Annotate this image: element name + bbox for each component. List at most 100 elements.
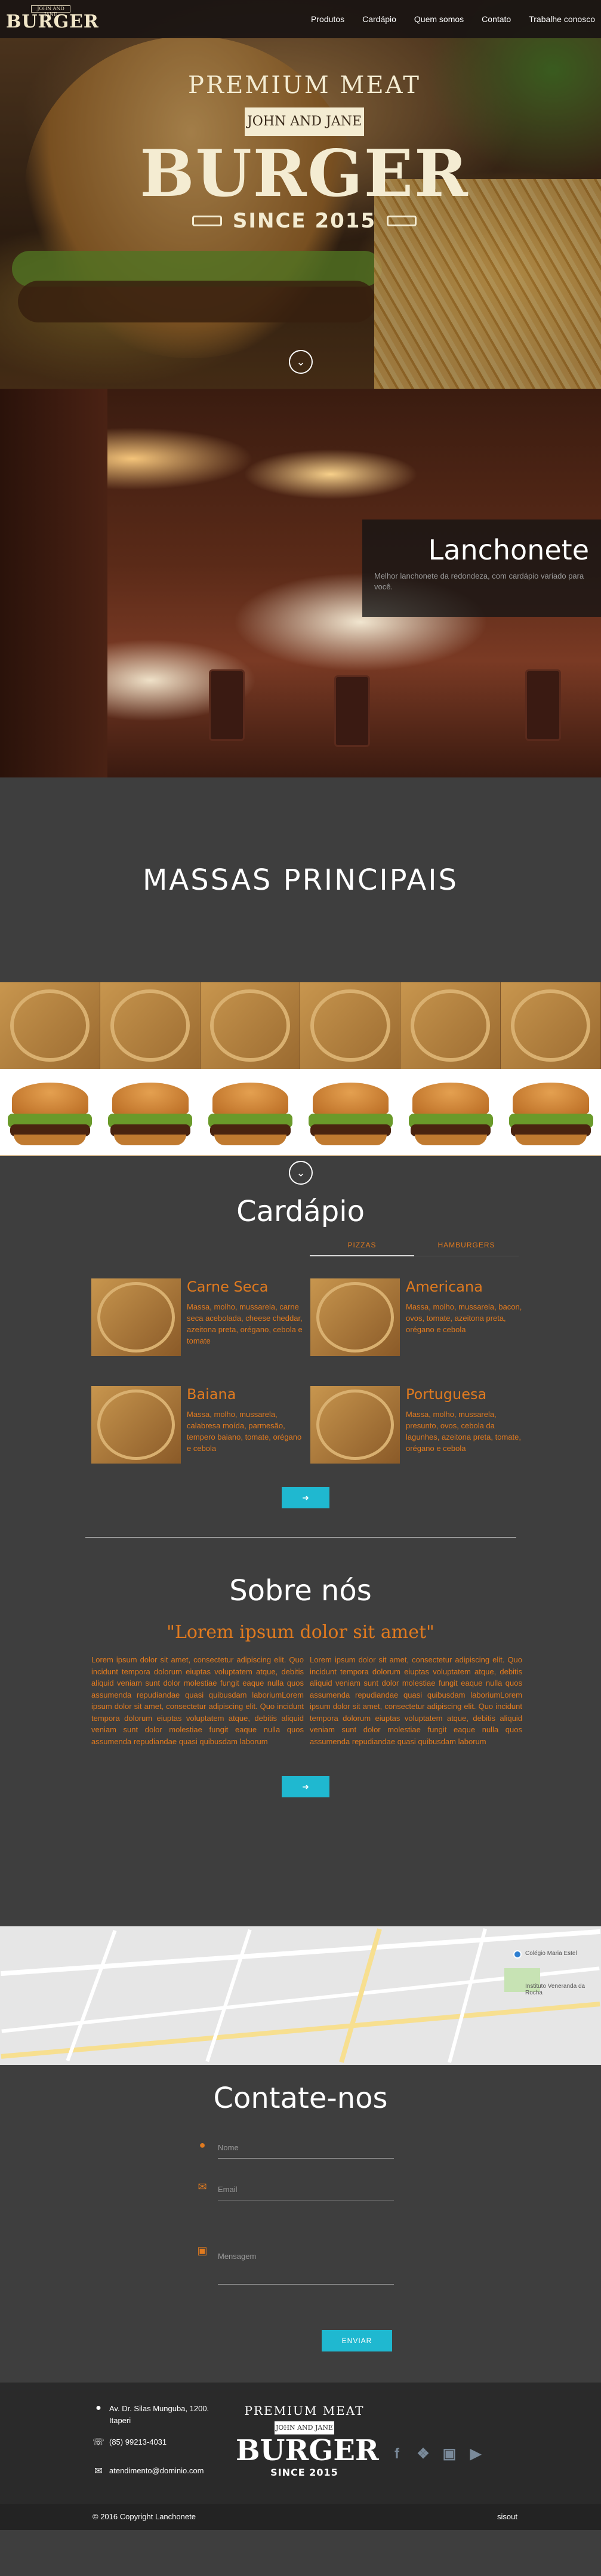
menu-item-americana[interactable]: Americana Massa, molho, mussarela, bacon…	[310, 1278, 522, 1356]
menu-item-description: Massa, molho, mussarela, calabresa moída…	[187, 1410, 302, 1453]
hero-ribbon: JOHN AND JANE	[245, 107, 364, 136]
copyright-text: © 2016 Copyright Lanchonete	[93, 2512, 196, 2521]
submit-button[interactable]: ENVIAR	[322, 2330, 392, 2351]
pizza-shape	[97, 1390, 175, 1460]
bun-top	[412, 1083, 489, 1116]
food-gallery	[0, 982, 601, 1156]
bun-bottom	[414, 1135, 487, 1145]
email-placeholder: Email	[218, 2185, 238, 2194]
map-road	[205, 1929, 252, 2062]
menu-item-name: Portuguesa	[406, 1386, 487, 1403]
menu-item-description: Massa, molho, mussarela, bacon, ovos, to…	[406, 1302, 522, 1334]
instagram-icon[interactable]: ▣	[440, 2445, 458, 2463]
spatula-icon	[387, 216, 417, 226]
message-placeholder: Mensagem	[218, 2252, 257, 2261]
chevron-down-icon[interactable]: ⌄	[289, 350, 313, 374]
footer-premium-text: PREMIUM MEAT	[244, 2403, 365, 2418]
bun-bottom	[14, 1135, 87, 1145]
nav-link-contato[interactable]: Contato	[482, 14, 511, 24]
tab-hamburgers[interactable]: HAMBURGERS	[414, 1241, 519, 1256]
name-placeholder: Nome	[218, 2143, 239, 2152]
restaurant-chair	[525, 669, 561, 741]
nav-link-quem-somos[interactable]: Quem somos	[414, 14, 464, 24]
person-icon: ●	[199, 2139, 206, 2151]
hero-since-row: SINCE 2015	[137, 209, 471, 233]
pizza-shape	[310, 989, 390, 1062]
phone-icon: ☏	[93, 2437, 105, 2448]
nav-link-produtos[interactable]: Produtos	[311, 14, 344, 24]
footer-burger-text: BURGER	[236, 2434, 379, 2467]
pizza-image	[0, 982, 100, 1069]
pizza-shape	[97, 1282, 175, 1352]
email-address[interactable]: atendimento@dominio.com	[109, 2465, 204, 2477]
pizza-image	[300, 982, 401, 1069]
burger-image	[100, 1069, 201, 1155]
message-field[interactable]: ▣ Mensagem	[197, 2245, 394, 2285]
burger-image	[400, 1069, 501, 1155]
nav-link-cardapio[interactable]: Cardápio	[362, 14, 396, 24]
chat-icon: ▣	[197, 2245, 208, 2257]
youtube-icon[interactable]: ▶	[467, 2445, 485, 2463]
copyright-bar: © 2016 Copyright Lanchonete sisout	[0, 2504, 601, 2530]
pizza-image	[501, 982, 601, 1069]
sobre-title: Sobre nós	[229, 1574, 372, 1607]
restaurant-description: Melhor lanchonete da redondeza, com card…	[374, 571, 584, 591]
bun-top	[12, 1083, 88, 1116]
bun-top	[312, 1083, 389, 1116]
pizza-shape	[510, 989, 591, 1062]
burger-image	[300, 1069, 400, 1155]
sobre-text-left: Lorem ipsum dolor sit amet, consectetur …	[91, 1655, 304, 1746]
menu-item-portuguesa[interactable]: Portuguesa Massa, molho, mussarela, pres…	[310, 1386, 521, 1464]
email-field[interactable]: ✉ Email	[198, 2181, 394, 2200]
burger-row	[0, 1069, 601, 1155]
twitter-icon[interactable]: ❖	[414, 2445, 432, 2463]
massas-section: MASSAS PRINCIPAIS	[0, 777, 601, 982]
name-field[interactable]: ● Nome	[199, 2139, 394, 2159]
nav-logo[interactable]: JOHN AND JANE BURGER	[6, 3, 99, 35]
massas-title: MASSAS PRINCIPAIS	[142, 863, 458, 897]
nav-link-trabalhe-conosco[interactable]: Trabalhe conosco	[529, 14, 595, 24]
phone-number: (85) 99213-4031	[109, 2437, 167, 2446]
credit-link[interactable]: sisout	[497, 2512, 517, 2521]
burger-image	[501, 1069, 601, 1155]
pizza-shape	[10, 989, 90, 1062]
chevron-down-icon[interactable]: ⌄	[289, 1161, 313, 1185]
sobre-text-right: Lorem ipsum dolor sit amet, consectetur …	[310, 1655, 522, 1746]
bun-top	[112, 1083, 189, 1116]
tab-pizzas[interactable]: PIZZAS	[310, 1241, 414, 1256]
menu-item-name: Carne Seca	[187, 1278, 269, 1295]
hero-section: PREMIUM MEAT JOHN AND JANE BURGER SINCE …	[0, 0, 601, 389]
pizza-row	[0, 982, 601, 1069]
contato-section: Contate-nos ● Nome ✉ Email ▣ Mensagem EN…	[0, 2065, 601, 2383]
pizza-image	[400, 982, 501, 1069]
spatula-icon	[192, 216, 222, 226]
envelope-icon: ✉	[198, 2181, 207, 2193]
contato-title: Contate-nos	[213, 2082, 388, 2115]
restaurant-chair	[334, 675, 370, 747]
arrow-right-icon: ➜	[302, 1493, 309, 1502]
burger-image	[201, 1069, 301, 1155]
menu-item-carne-seca[interactable]: Carne Seca Massa, molho, mussarela, carn…	[91, 1278, 303, 1356]
map-pin-icon[interactable]	[513, 1950, 522, 1959]
sobre-more-button[interactable]: ➜	[282, 1776, 329, 1797]
nav-logo-title: BURGER	[6, 11, 99, 32]
sobre-section: Sobre nós "Lorem ipsum dolor sit amet" L…	[0, 1538, 601, 1926]
menu-item-baiana[interactable]: Baiana Massa, molho, mussarela, calabres…	[91, 1386, 301, 1464]
restaurant-wall	[0, 389, 107, 777]
hero-logo: PREMIUM MEAT JOHN AND JANE BURGER SINCE …	[137, 66, 471, 281]
hero-premium-text: PREMIUM MEAT	[188, 72, 421, 99]
location-map[interactable]: Colégio Maria Estel Instituto Veneranda …	[0, 1926, 601, 2065]
footer-logo: PREMIUM MEAT JOHN AND JANE BURGER SINCE …	[236, 2403, 379, 2487]
menu-item-image	[310, 1278, 400, 1356]
map-road	[66, 1929, 117, 2062]
cardapio-more-button[interactable]: ➜	[282, 1487, 329, 1508]
envelope-icon: ✉	[94, 2466, 103, 2476]
restaurant-section: Lanchonete Melhor lanchonete da redondez…	[0, 389, 601, 777]
map-label: Instituto Veneranda da Rocha	[525, 1983, 585, 1996]
map-road	[448, 1928, 487, 2063]
facebook-icon[interactable]: f	[388, 2445, 406, 2463]
pizza-shape	[316, 1390, 394, 1460]
cardapio-section: ⌄ Cardápio PIZZAS HAMBURGERS Carne Seca …	[0, 1156, 601, 1538]
burger-image	[0, 1069, 100, 1155]
social-links: f ❖ ▣ ▶	[388, 2445, 485, 2463]
